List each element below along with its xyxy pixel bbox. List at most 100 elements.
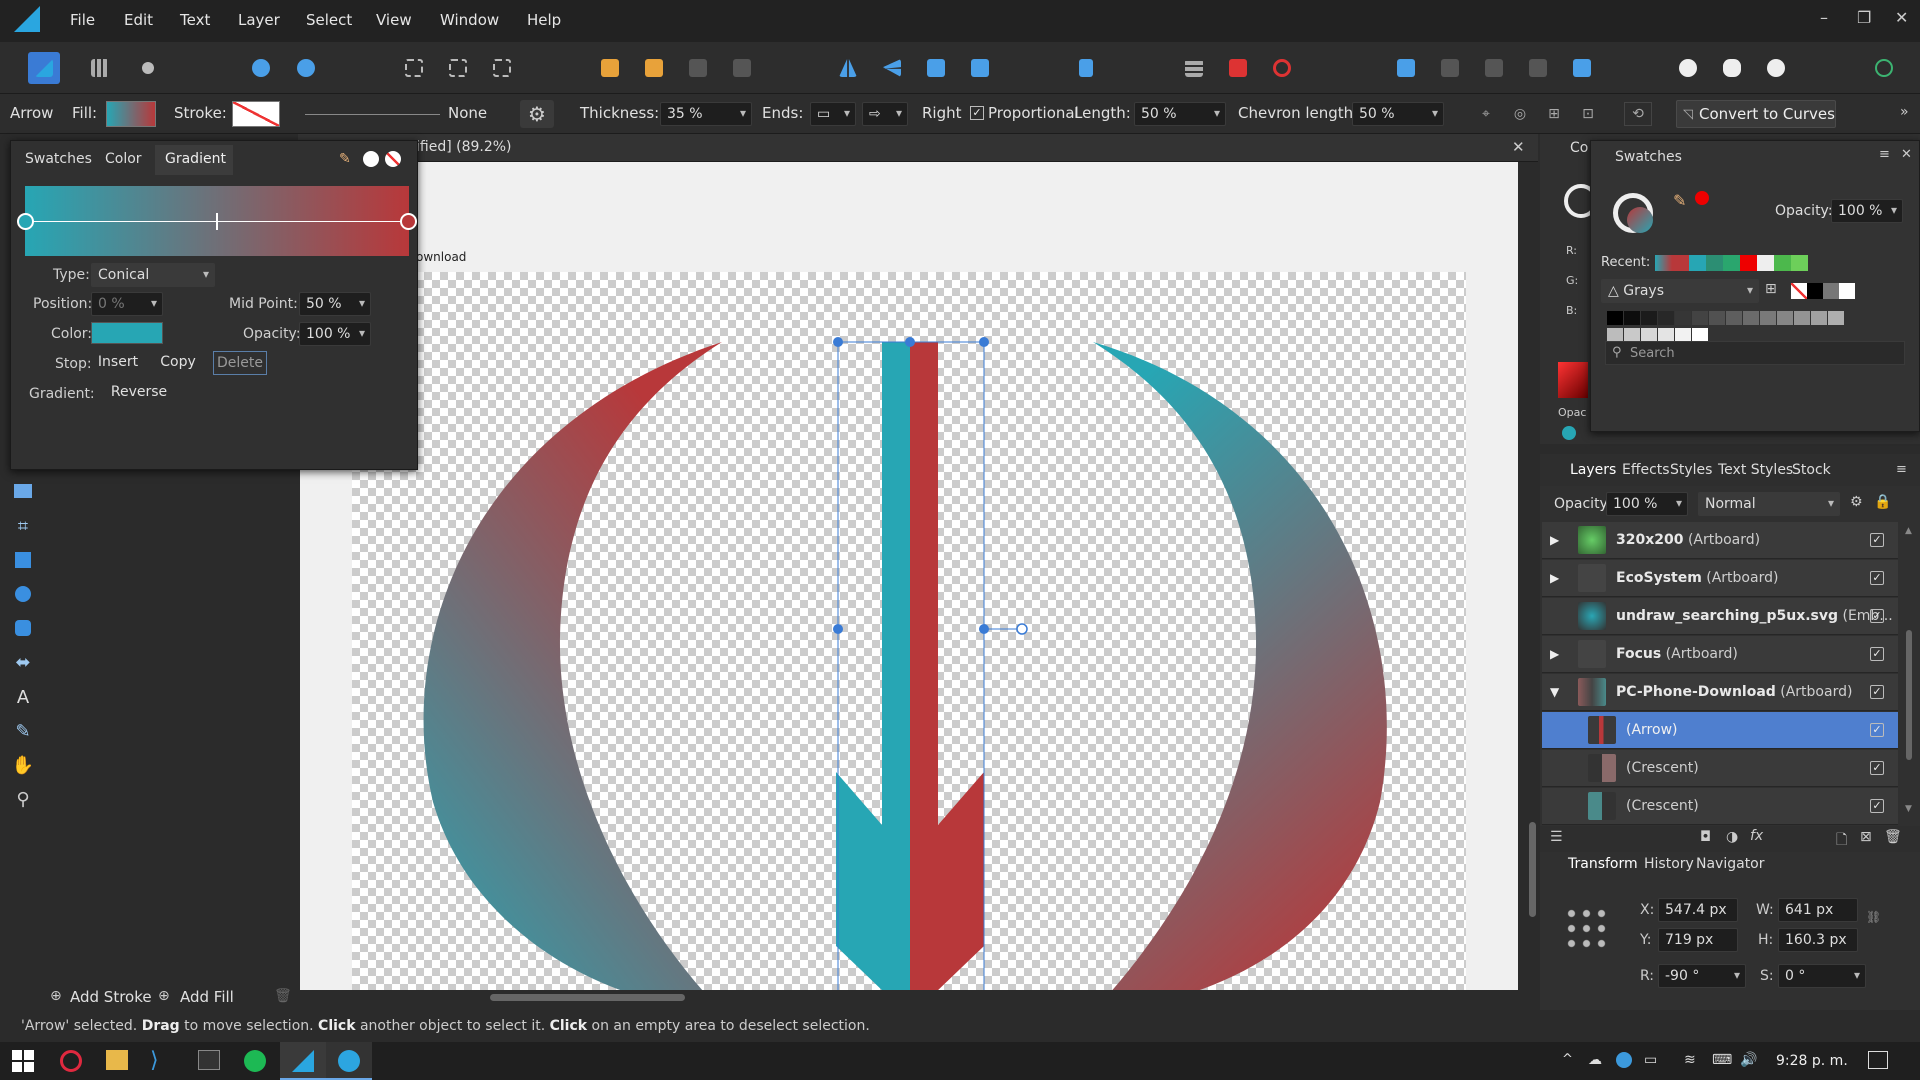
eyedropper-icon[interactable]: ✎ bbox=[339, 151, 351, 167]
tab-transform[interactable]: Transform bbox=[1568, 856, 1638, 872]
y-field[interactable]: 719 px bbox=[1658, 928, 1738, 952]
adjustment-icon[interactable]: ◑ bbox=[1726, 829, 1738, 845]
layer-visibility-checkbox[interactable]: ✓ bbox=[1870, 533, 1884, 547]
stop-color-swatch[interactable] bbox=[91, 322, 163, 344]
gray-swatch[interactable] bbox=[1658, 328, 1674, 342]
w-field[interactable]: 641 px bbox=[1778, 898, 1858, 922]
telegram-taskbar-button[interactable] bbox=[326, 1042, 372, 1080]
swatch-search-input[interactable]: ⚲ Search bbox=[1605, 341, 1905, 365]
delete-stop-button[interactable]: Delete bbox=[213, 351, 267, 375]
pixel-persona-icon[interactable] bbox=[84, 52, 116, 84]
volume-icon[interactable]: 🔊 bbox=[1740, 1052, 1757, 1068]
swatch-opacity-field[interactable]: 100 % bbox=[1831, 199, 1903, 223]
user-account-icon[interactable] bbox=[1868, 52, 1900, 84]
arrow-tool-icon[interactable]: ⬌ bbox=[10, 649, 36, 675]
horizontal-scroll-thumb[interactable] bbox=[490, 994, 685, 1001]
palette-dropdown[interactable]: △ Grays bbox=[1601, 279, 1759, 303]
length-field[interactable]: 50 % bbox=[1134, 102, 1226, 126]
gray-swatch[interactable] bbox=[1811, 311, 1827, 325]
menu-file[interactable]: File bbox=[70, 11, 95, 29]
gray-swatch[interactable] bbox=[1760, 311, 1776, 325]
spotify-icon[interactable] bbox=[244, 1050, 266, 1072]
fx-icon[interactable]: fx bbox=[1750, 828, 1763, 844]
tab-styles[interactable]: Styles bbox=[1670, 462, 1712, 478]
gray-swatch[interactable] bbox=[1675, 311, 1691, 325]
mask-icon[interactable]: ◘ bbox=[1700, 829, 1711, 845]
stop-opacity-field[interactable]: 100 % bbox=[299, 322, 371, 346]
end-end-dropdown[interactable]: ⇨ bbox=[862, 102, 908, 126]
scroll-down-icon[interactable]: ▼ bbox=[1905, 804, 1912, 814]
app-tray-icon[interactable] bbox=[1616, 1052, 1632, 1068]
opera-icon[interactable] bbox=[60, 1050, 82, 1072]
affinity-taskbar-button[interactable] bbox=[280, 1042, 326, 1080]
anchor-point-grid[interactable] bbox=[1564, 906, 1610, 952]
menu-window[interactable]: Window bbox=[440, 11, 499, 29]
reverse-gradient-button[interactable]: Reverse bbox=[91, 381, 187, 405]
layer-row[interactable]: undraw_searching_p5ux.svg (Emb... ✓ bbox=[1542, 598, 1898, 635]
layer-visibility-checkbox[interactable]: ✓ bbox=[1870, 685, 1884, 699]
expand-icon[interactable]: ▶ bbox=[1550, 571, 1559, 585]
crop-tool-icon[interactable]: ⌗ bbox=[10, 513, 36, 539]
zoom-tool-icon[interactable]: ⚲ bbox=[10, 786, 36, 812]
tab-text-styles[interactable]: Text Styles bbox=[1718, 462, 1793, 478]
menu-edit[interactable]: Edit bbox=[124, 11, 153, 29]
gray-swatch[interactable] bbox=[1743, 311, 1759, 325]
insert-behind-icon[interactable] bbox=[1716, 52, 1748, 84]
copy-stop-button[interactable]: Copy bbox=[151, 351, 205, 375]
rectangle-tool-icon[interactable] bbox=[10, 547, 36, 573]
boolean-xor-icon[interactable] bbox=[1522, 52, 1554, 84]
layer-visibility-checkbox[interactable]: ✓ bbox=[1870, 799, 1884, 813]
gray-swatch[interactable] bbox=[1658, 311, 1674, 325]
layer-row-selected[interactable]: (Arrow) ✓ bbox=[1542, 712, 1898, 749]
start-end-dropdown[interactable]: ▭ bbox=[810, 102, 856, 126]
trash-icon[interactable]: 🗑 bbox=[274, 988, 292, 1004]
minimize-icon[interactable]: – bbox=[1820, 8, 1828, 27]
layers-scroll-thumb[interactable] bbox=[1906, 630, 1912, 760]
gradient-midpoint-handle[interactable] bbox=[216, 213, 218, 230]
palette-options-icon[interactable]: ⊞ bbox=[1765, 281, 1777, 297]
scroll-up-icon[interactable]: ▲ bbox=[1905, 526, 1912, 536]
layers-stack-icon[interactable]: ☰ bbox=[1550, 829, 1563, 845]
gradient-start-stop[interactable] bbox=[17, 213, 34, 230]
layer-row[interactable]: ▼ PC-Phone-Download (Artboard) ✓ bbox=[1542, 674, 1898, 711]
wifi-icon[interactable]: ≋ bbox=[1684, 1052, 1696, 1068]
arrange-back-icon[interactable] bbox=[726, 52, 758, 84]
proportional-checkbox[interactable]: ✓ bbox=[970, 106, 984, 120]
gray-swatch[interactable] bbox=[1726, 311, 1742, 325]
stroke-style-value[interactable]: None bbox=[448, 104, 487, 122]
notifications-icon[interactable] bbox=[1868, 1051, 1888, 1069]
gray-swatch[interactable] bbox=[1828, 311, 1844, 325]
layers-scrollbar[interactable]: ▲ ▼ bbox=[1902, 526, 1916, 816]
export-persona-icon[interactable] bbox=[132, 52, 164, 84]
gray-swatch[interactable] bbox=[1794, 311, 1810, 325]
show-grid-icon[interactable] bbox=[1178, 52, 1210, 84]
add-layer-icon[interactable]: 🗋 bbox=[1836, 829, 1847, 853]
align-center-icon[interactable]: ⊞ bbox=[1542, 102, 1566, 126]
layer-row[interactable]: (Crescent) ✓ bbox=[1542, 750, 1898, 787]
gray-swatch[interactable] bbox=[1692, 311, 1708, 325]
white-swatch-icon[interactable] bbox=[363, 151, 379, 167]
h-field[interactable]: 160.3 px bbox=[1778, 928, 1858, 952]
designer-persona-icon[interactable] bbox=[28, 52, 60, 84]
stroke-style-line[interactable] bbox=[305, 114, 440, 115]
layer-row[interactable]: ▶ 320x200 (Artboard) ✓ bbox=[1542, 522, 1898, 559]
snap-to-grid-icon[interactable] bbox=[1222, 52, 1254, 84]
chevron-length-field[interactable]: 50 % bbox=[1352, 102, 1444, 126]
gradient-type-dropdown[interactable]: Conical bbox=[91, 263, 215, 287]
rotation-field[interactable]: -90 ° bbox=[1658, 964, 1746, 988]
thickness-field[interactable]: 35 % bbox=[660, 102, 752, 126]
layer-visibility-checkbox[interactable]: ✓ bbox=[1870, 609, 1884, 623]
onedrive-icon[interactable]: ☁ bbox=[1588, 1052, 1602, 1068]
arrange-backward-icon[interactable] bbox=[682, 52, 714, 84]
add-fill-button[interactable]: Add Fill bbox=[180, 988, 234, 1006]
transform-mode-icon[interactable] bbox=[442, 52, 474, 84]
boolean-divide-icon[interactable] bbox=[1566, 52, 1598, 84]
delete-layer-icon[interactable]: 🗑 bbox=[1884, 829, 1902, 845]
gray-swatch[interactable] bbox=[1624, 328, 1640, 342]
tab-layers[interactable]: Layers bbox=[1570, 462, 1616, 478]
menu-help[interactable]: Help bbox=[527, 11, 561, 29]
layer-visibility-checkbox[interactable]: ✓ bbox=[1870, 723, 1884, 737]
snap-bounds-icon[interactable]: ⊡ bbox=[1576, 102, 1600, 126]
x-field[interactable]: 547.4 px bbox=[1658, 898, 1738, 922]
swatch-eyedropper-icon[interactable]: ✎ bbox=[1673, 191, 1686, 210]
